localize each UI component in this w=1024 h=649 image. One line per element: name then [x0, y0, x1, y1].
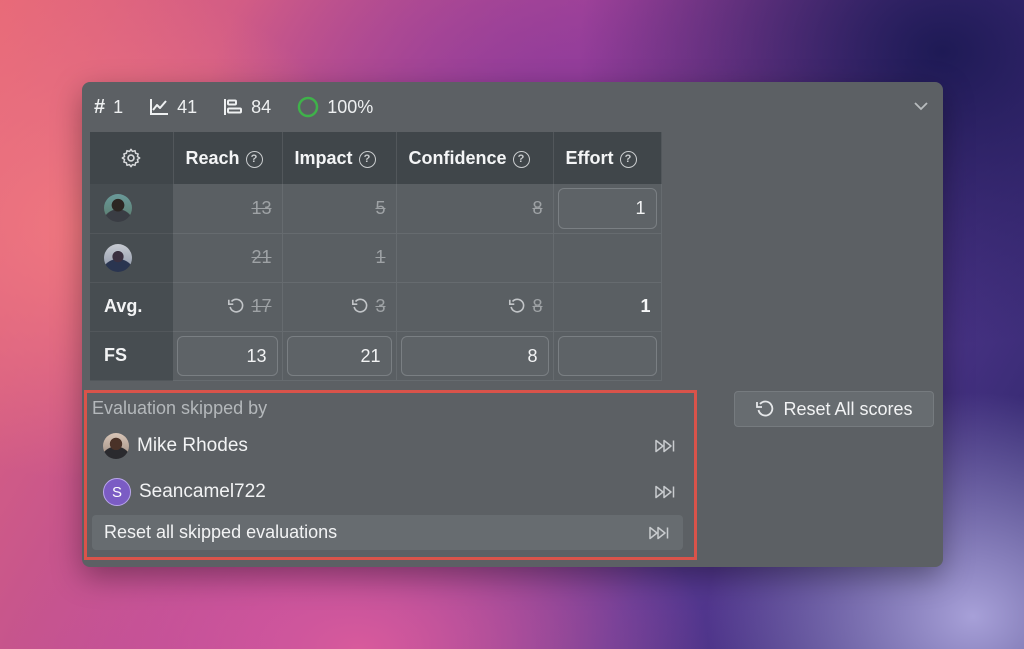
skipped-user-row: Mike Rhodes [103, 429, 687, 463]
trend-value: 41 [177, 96, 198, 117]
score-panel: # 1 41 84 100% Reach ? Impact ? Confiden… [82, 82, 943, 567]
table-header-row: Reach? Impact? Confidence? Effort? [90, 132, 662, 184]
fs-confidence-input[interactable]: 8 [400, 335, 549, 376]
bars-stat: 84 [223, 97, 271, 118]
score-cell[interactable]: 8 [396, 184, 554, 234]
column-label: Reach [185, 147, 240, 168]
skipped-user-row: S Seancamel722 [103, 475, 687, 509]
line-chart-icon [150, 99, 169, 115]
column-label: Impact [294, 147, 353, 168]
score-value: 8 [532, 296, 543, 316]
reset-icon[interactable] [351, 297, 369, 315]
avatar [104, 194, 132, 223]
score-value: 1 [640, 296, 651, 316]
stats-bar: # 1 41 84 100% [94, 94, 399, 120]
user-row-head [90, 184, 173, 234]
progress-value: 100% [327, 96, 374, 117]
table-row-average: Avg. 17 3 8 1 [90, 282, 662, 332]
skipped-evaluations-section: Evaluation skipped by Mike Rhodes S Sean… [84, 390, 697, 560]
gear-icon[interactable] [120, 147, 142, 169]
score-cell[interactable]: 21 [173, 233, 283, 283]
help-icon[interactable]: ? [619, 150, 637, 168]
column-header-confidence: Confidence? [396, 132, 554, 184]
score-table: Reach? Impact? Confidence? Effort? 13 5 … [90, 132, 662, 381]
progress-ring-icon [297, 96, 319, 118]
avatar [103, 433, 129, 459]
skipped-user-name: Mike Rhodes [137, 435, 248, 456]
help-icon[interactable]: ? [358, 150, 376, 168]
score-value: 17 [251, 296, 272, 316]
score-cell[interactable]: 13 [173, 184, 283, 234]
reset-all-scores-button[interactable]: Reset All scores [734, 391, 934, 427]
help-icon[interactable]: ? [245, 150, 263, 168]
settings-header[interactable] [90, 132, 174, 184]
rank-value: 1 [113, 96, 124, 117]
chevron-down-icon[interactable] [911, 96, 931, 116]
score-cell: 3 [282, 282, 397, 332]
skipped-title: Evaluation skipped by [92, 398, 268, 418]
skip-forward-icon [649, 526, 669, 540]
fs-effort-input[interactable] [557, 335, 657, 376]
hash-icon: # [94, 95, 106, 118]
skip-forward-icon[interactable] [655, 439, 675, 453]
table-row: 21 1 [90, 233, 662, 283]
reset-all-label: Reset All scores [783, 398, 913, 419]
score-cell[interactable] [553, 331, 662, 381]
score-value: 3 [375, 296, 386, 316]
score-value: 8 [532, 197, 543, 218]
avatar [104, 243, 132, 272]
reset-icon[interactable] [227, 297, 245, 315]
score-cell[interactable]: 1 [553, 184, 662, 234]
score-cell: 17 [173, 282, 283, 332]
column-label: Confidence [408, 147, 507, 168]
column-header-reach: Reach? [173, 132, 283, 184]
column-label: Effort [565, 147, 614, 168]
bar-align-icon [224, 99, 243, 115]
reset-icon[interactable] [508, 297, 526, 315]
score-value: 21 [251, 247, 272, 267]
user-row-head [90, 233, 173, 283]
score-cell[interactable]: 8 [396, 331, 554, 381]
reset-skipped-button[interactable]: Reset all skipped evaluations [92, 515, 683, 550]
column-header-effort: Effort? [553, 132, 662, 184]
score-value: 1 [375, 247, 386, 267]
score-value: 13 [251, 197, 272, 218]
avg-label: Avg. [90, 282, 173, 332]
score-cell[interactable] [553, 233, 662, 283]
skip-forward-icon[interactable] [655, 485, 675, 499]
score-cell[interactable]: 21 [282, 331, 397, 381]
skipped-user-name: Seancamel722 [139, 481, 266, 502]
fs-impact-input[interactable]: 21 [286, 335, 392, 376]
table-row: 13 5 8 1 [90, 184, 662, 234]
table-row-fs: FS 13 21 8 [90, 331, 662, 381]
score-cell[interactable]: 13 [173, 331, 283, 381]
avatar: S [103, 478, 131, 506]
bars-value: 84 [251, 96, 272, 117]
progress-stat: 100% [297, 96, 373, 118]
fs-label: FS [90, 331, 173, 381]
reset-icon [756, 400, 774, 417]
score-cell: 8 [396, 282, 554, 332]
score-cell[interactable]: 5 [282, 184, 397, 234]
rank-stat: # 1 [94, 96, 123, 119]
column-header-impact: Impact? [282, 132, 397, 184]
trend-stat: 41 [149, 97, 197, 118]
score-value: 5 [375, 197, 386, 218]
help-icon[interactable]: ? [512, 150, 530, 168]
reset-skipped-label: Reset all skipped evaluations [104, 522, 338, 542]
score-cell[interactable]: 1 [282, 233, 397, 283]
score-cell: 1 [553, 282, 662, 332]
effort-input[interactable]: 1 [557, 188, 657, 229]
score-cell[interactable] [396, 233, 554, 283]
fs-reach-input[interactable]: 13 [177, 335, 278, 376]
